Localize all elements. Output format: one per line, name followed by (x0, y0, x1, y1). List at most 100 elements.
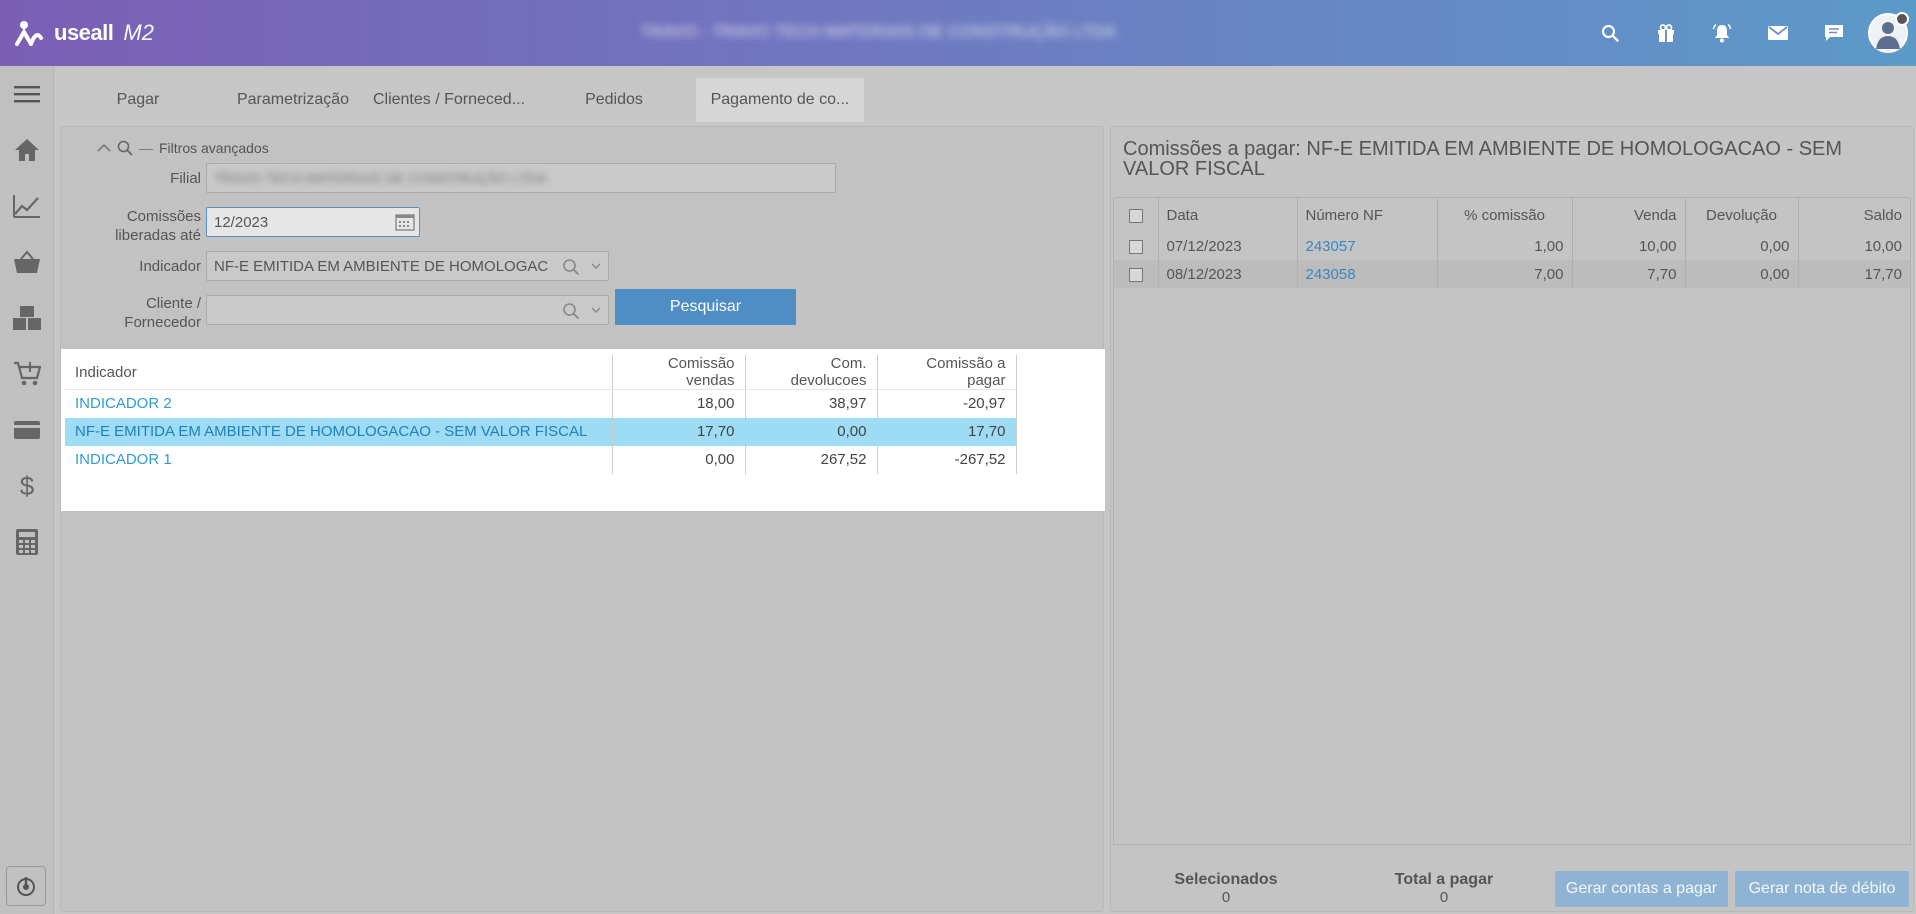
home-icon[interactable] (0, 122, 54, 178)
tab-pedidos[interactable]: Pedidos (532, 78, 696, 122)
chevron-down-icon[interactable] (591, 307, 601, 314)
cell-pagar: -267,52 (877, 445, 1017, 474)
mail-icon[interactable] (1750, 0, 1806, 66)
indicador-value: NF-E EMITIDA EM AMBIENTE DE HOMOLOGAC (214, 257, 549, 275)
menu-icon[interactable] (0, 66, 54, 122)
status-dot (1895, 12, 1909, 26)
cliente-fornecedor-field[interactable] (206, 295, 609, 325)
col-data[interactable]: Data (1158, 198, 1298, 232)
chevron-down-icon[interactable] (591, 263, 601, 270)
cell-saldo: 17,70 (1798, 260, 1910, 288)
col-comissao-pagar[interactable]: Comissão a pagar (877, 355, 1017, 390)
cell-venda: 7,70 (1572, 260, 1686, 288)
table-row[interactable]: INDICADOR 2 18,00 38,97 -20,97 (65, 389, 1017, 418)
tab-pagamento-comissoes[interactable]: Pagamento de co... (696, 78, 864, 122)
panel-title: Comissões a pagar: NF-E EMITIDA EM AMBIE… (1123, 138, 1843, 180)
comissoes-date-value: 12/2023 (214, 213, 269, 231)
pesquisar-button[interactable]: Pesquisar (615, 289, 796, 325)
comissoes-label: Comissões liberadas até (81, 207, 201, 245)
app-logo[interactable]: useall M2 (14, 16, 154, 50)
bell-icon[interactable] (1694, 0, 1750, 66)
indicator-table: Indicador Comissão vendas Com. devolucoe… (65, 355, 1017, 474)
cell-numero-nf[interactable]: 243057 (1297, 232, 1438, 260)
cell-devolucao: 0,00 (1685, 232, 1799, 260)
top-bar: useall M2 TRAVO - TRAVO TECH MATERIAIS D… (0, 0, 1916, 66)
comissoes-label-line2: liberadas até (115, 227, 201, 244)
chevron-up-icon[interactable] (97, 143, 111, 153)
col-com-devolucoes[interactable]: Com. devolucoes (745, 355, 878, 390)
tab-parametrizacao[interactable]: Parametrização (220, 78, 366, 122)
row-checkbox-cell[interactable] (1114, 260, 1159, 288)
calendar-icon[interactable] (395, 213, 415, 231)
cell-devolucao: 0,00 (1685, 260, 1799, 288)
table-header-row: Data Número NF % comissão Venda Devoluçã… (1114, 198, 1910, 232)
search-icon[interactable] (562, 258, 580, 276)
table-row-selected[interactable]: NF-E EMITIDA EM AMBIENTE DE HOMOLOGACAO … (65, 417, 1017, 446)
cell-vendas: 0,00 (612, 445, 746, 474)
row-checkbox-cell[interactable] (1114, 232, 1159, 260)
col-saldo[interactable]: Saldo (1798, 198, 1910, 232)
comissoes-label-line1: Comissões (126, 208, 201, 225)
power-icon[interactable] (6, 866, 46, 906)
search-icon[interactable] (562, 302, 580, 320)
cell-indicador[interactable]: INDICADOR 1 (65, 445, 613, 474)
comissoes-date-field[interactable]: 12/2023 (206, 207, 420, 237)
cell-pct: 7,00 (1437, 260, 1573, 288)
dash-separator: — (139, 140, 153, 156)
gerar-contas-pagar-button[interactable]: Gerar contas a pagar (1555, 871, 1728, 907)
cell-vendas: 17,70 (612, 417, 746, 446)
cell-devolucoes: 267,52 (745, 445, 878, 474)
selecionados-label: Selecionados (1174, 871, 1278, 888)
filters-panel: — Filtros avançados Filial TRAVO TECH MA… (60, 126, 1105, 912)
select-all-cell[interactable] (1114, 198, 1159, 232)
col-indicador[interactable]: Indicador (65, 355, 613, 390)
search-icon[interactable] (1582, 0, 1638, 66)
filters-header[interactable]: — Filtros avançados (97, 140, 269, 156)
row-checkbox[interactable] (1128, 239, 1143, 254)
cell-indicador[interactable]: NF-E EMITIDA EM AMBIENTE DE HOMOLOGACAO … (65, 417, 613, 446)
comissoes-panel: Comissões a pagar: NF-E EMITIDA EM AMBIE… (1110, 126, 1914, 912)
table-row[interactable]: 07/12/2023 243057 1,00 10,00 0,00 10,00 (1114, 232, 1910, 260)
card-icon[interactable] (0, 402, 54, 458)
col-devolucao[interactable]: Devolução (1685, 198, 1799, 232)
useall-logo-icon (14, 18, 44, 48)
table-row[interactable]: INDICADOR 1 0,00 267,52 -267,52 (65, 445, 1017, 474)
search-icon (117, 140, 133, 156)
cart-icon[interactable] (0, 346, 54, 402)
chart-icon[interactable] (0, 178, 54, 234)
col-numero-nf[interactable]: Número NF (1297, 198, 1438, 232)
brand-name: useall (54, 20, 114, 45)
row-checkbox[interactable] (1128, 267, 1143, 282)
user-avatar[interactable] (1868, 12, 1909, 53)
cell-venda: 10,00 (1572, 232, 1686, 260)
app-version: M2 (123, 20, 154, 45)
filial-field[interactable]: TRAVO TECH MATERIAIS DE CONSTRUÇÃO LTDA (206, 163, 836, 193)
table-row[interactable]: 08/12/2023 243058 7,00 7,70 0,00 17,70 (1114, 260, 1910, 288)
indicador-field[interactable]: NF-E EMITIDA EM AMBIENTE DE HOMOLOGAC (206, 251, 609, 281)
filial-value: TRAVO TECH MATERIAIS DE CONSTRUÇÃO LTDA (214, 170, 547, 186)
select-all-checkbox[interactable] (1128, 208, 1143, 223)
tab-clientes-fornecedores[interactable]: Clientes / Forneced... (366, 78, 532, 122)
chat-icon[interactable] (1806, 0, 1862, 66)
basket-icon[interactable] (0, 234, 54, 290)
top-actions (1582, 0, 1916, 66)
company-name: TRAVO - TRAVO TECH MATERIAIS DE CONSTRUÇ… (640, 22, 1117, 41)
cell-devolucoes: 0,00 (745, 417, 878, 446)
tab-pagar[interactable]: Pagar (56, 78, 220, 122)
cell-pagar: 17,70 (877, 417, 1017, 446)
cell-pagar: -20,97 (877, 389, 1017, 418)
calculator-icon[interactable] (0, 514, 54, 570)
cell-data: 08/12/2023 (1158, 260, 1298, 288)
dollar-icon[interactable]: $ (0, 458, 54, 514)
col-venda[interactable]: Venda (1572, 198, 1686, 232)
filial-label: Filial (170, 170, 201, 187)
gerar-nota-debito-button[interactable]: Gerar nota de débito (1735, 871, 1909, 907)
cell-numero-nf[interactable]: 243058 (1297, 260, 1438, 288)
col-pct-comissao[interactable]: % comissão (1437, 198, 1573, 232)
gift-icon[interactable] (1638, 0, 1694, 66)
col-comissao-vendas[interactable]: Comissão vendas (612, 355, 746, 390)
cell-indicador[interactable]: INDICADOR 2 (65, 389, 613, 418)
cell-pct: 1,00 (1437, 232, 1573, 260)
nf-grid: Data Número NF % comissão Venda Devoluçã… (1113, 197, 1911, 845)
boxes-icon[interactable] (0, 290, 54, 346)
